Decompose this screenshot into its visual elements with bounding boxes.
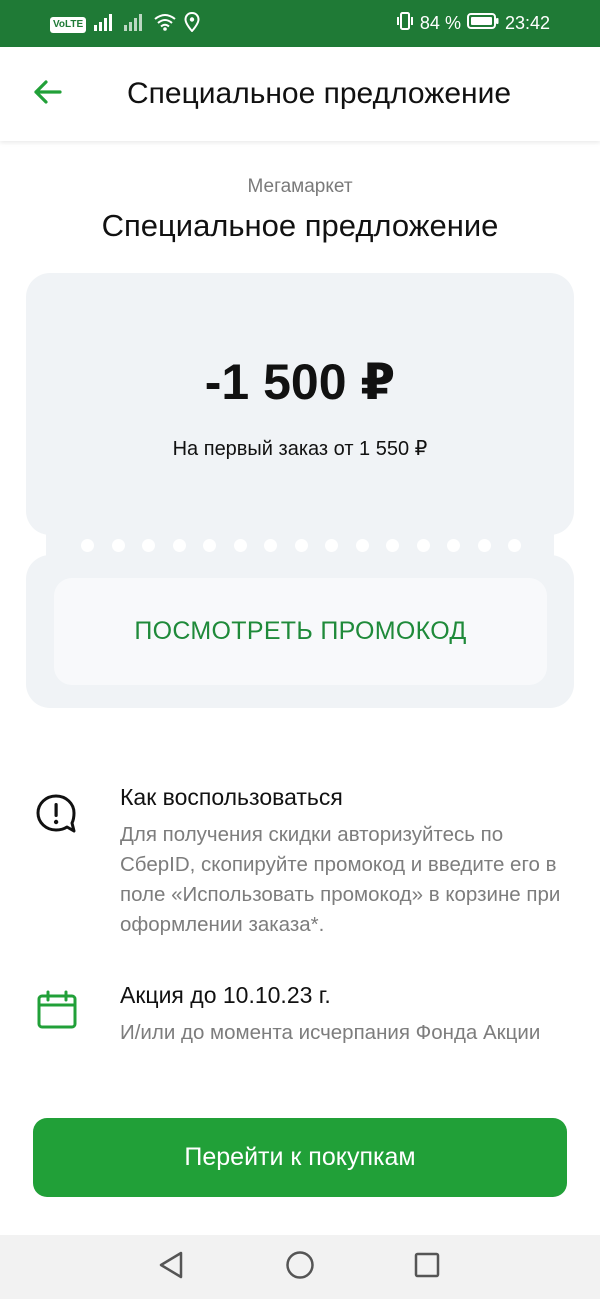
perforation-dot: [111, 539, 125, 552]
perforation-dots: [81, 539, 521, 553]
nav-recents-button[interactable]: [411, 1251, 443, 1283]
battery-icon: [466, 12, 499, 35]
show-promocode-button[interactable]: ПОСМОТРЕТЬ ПРОМОКОД: [54, 578, 547, 685]
perforation-dot: [81, 539, 94, 552]
perforation-dot: [142, 539, 155, 552]
alert-bubble-icon: [34, 792, 78, 836]
perforation-dot: [447, 539, 460, 552]
arrow-left-icon: [32, 79, 62, 110]
wifi-icon: [154, 13, 176, 36]
go-shopping-button[interactable]: Перейти к покупкам: [33, 1118, 567, 1197]
circle-home-icon: [285, 1250, 315, 1285]
signal-icon: [94, 13, 116, 36]
back-button[interactable]: [28, 75, 66, 113]
perforation-dot: [233, 539, 247, 552]
location-icon: [184, 11, 200, 37]
how-to-title: Как воспользоваться: [120, 784, 343, 810]
perforation-dot: [325, 539, 338, 552]
validity-text: И/или до момента исчерпания Фонда Акции: [120, 1021, 541, 1044]
signal-2-icon: [124, 13, 146, 36]
triangle-back-icon: [157, 1250, 185, 1285]
perforation-dot: [416, 539, 430, 552]
status-left: VoLTE: [50, 11, 200, 37]
square-recents-icon: [413, 1251, 441, 1284]
calendar-icon: [36, 990, 80, 1034]
perforation-dot: [172, 539, 186, 552]
offer-title: Специальное предложение: [101, 208, 499, 243]
perforation-dot: [264, 539, 277, 552]
brand-name: Мегамаркет: [247, 176, 353, 197]
app-bar: Специальное предложение: [0, 47, 600, 141]
volte-badge: VoLTE: [50, 16, 87, 33]
perforation-dot: [386, 539, 399, 552]
nav-home-button[interactable]: [284, 1250, 316, 1285]
page-title: Специальное предложение: [127, 77, 512, 110]
system-nav-bar: [0, 1235, 600, 1299]
perforation-dot: [203, 539, 216, 552]
discount-condition: На первый заказ от 1 550 ₽: [172, 438, 428, 460]
status-right: 84 % 23:42: [396, 10, 550, 36]
perforation-dot: [477, 539, 491, 552]
discount-amount: -1 500 ₽: [204, 354, 396, 410]
validity-title: Акция до 10.10.23 г.: [120, 982, 331, 1008]
perforation-dot: [508, 539, 521, 552]
status-bar: VoLTE 84 % 23:42: [0, 0, 600, 47]
perforation-dot: [355, 539, 369, 552]
battery-percent: 84 %: [419, 13, 461, 33]
vibrate-icon: [396, 11, 414, 36]
how-to-text: Для получения скидки авторизуйтесь по Сб…: [120, 823, 561, 936]
coupon-card: -1 500 ₽ На первый заказ от 1 550 ₽ ПОСМ…: [26, 273, 574, 708]
nav-back-button[interactable]: [155, 1251, 187, 1283]
perforation-dot: [294, 539, 308, 552]
clock: 23:42: [504, 13, 550, 33]
